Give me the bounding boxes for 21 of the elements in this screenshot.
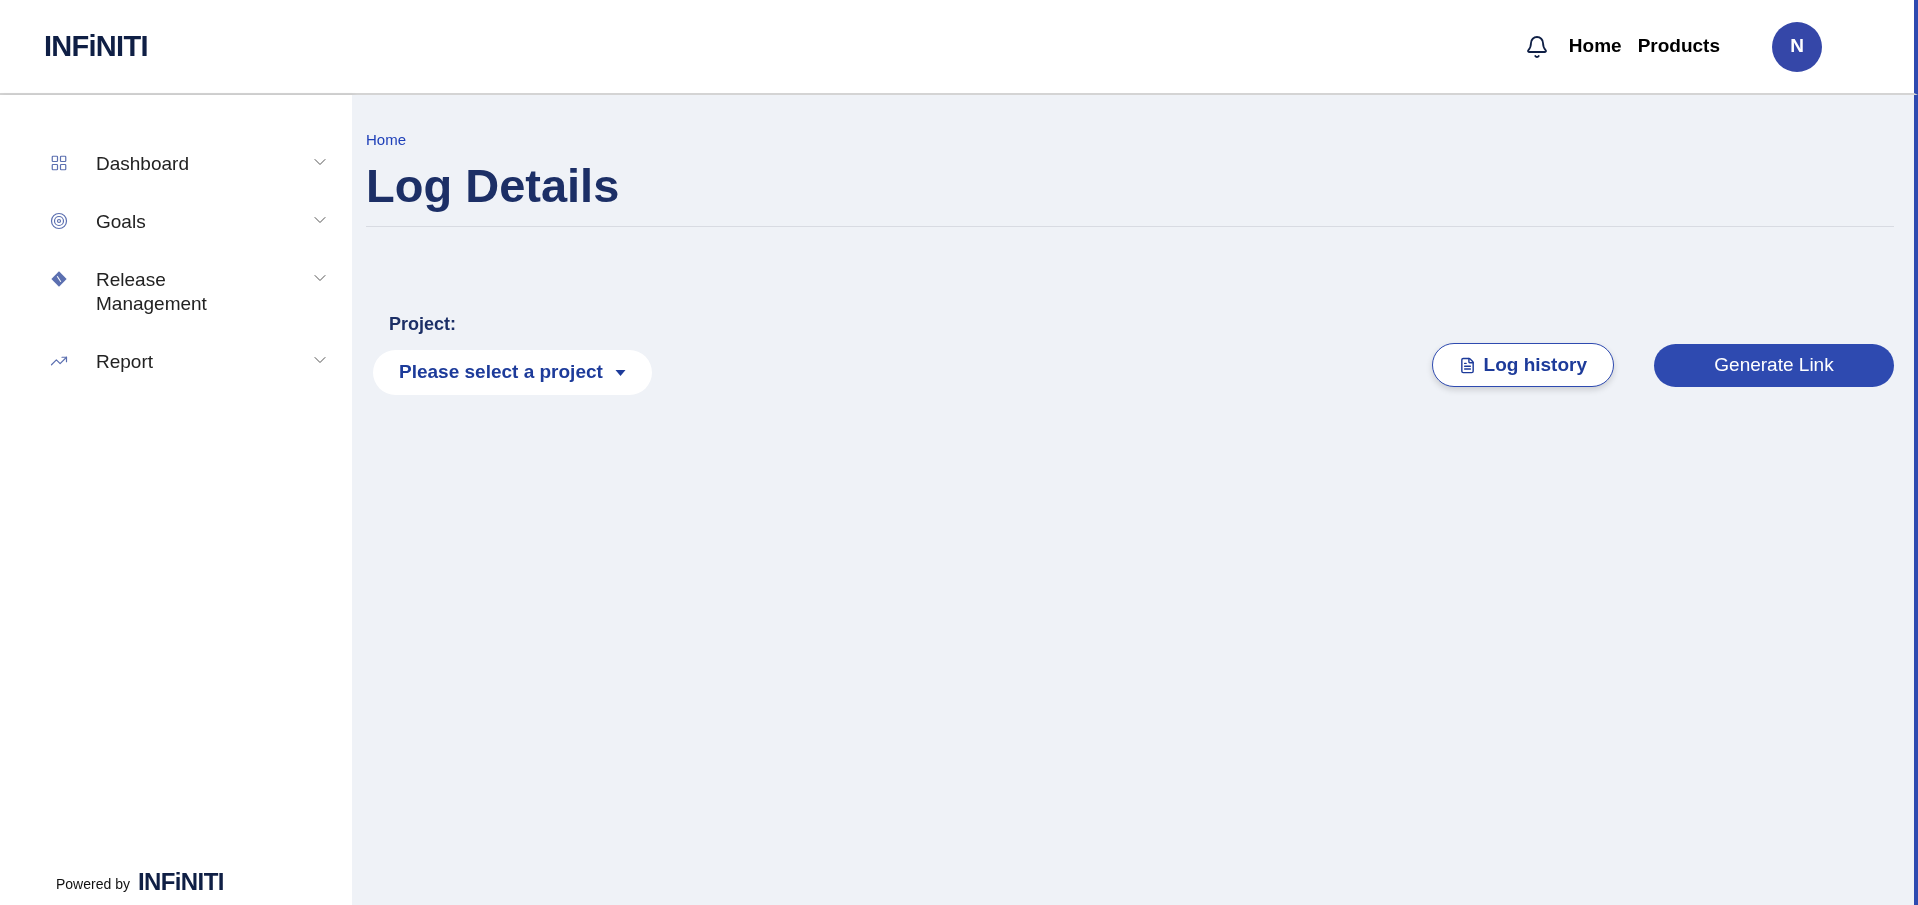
page-title: Log Details: [366, 158, 1894, 227]
breadcrumb-link[interactable]: Home: [366, 131, 406, 148]
sidebar-item[interactable]: Goals: [0, 193, 352, 251]
sidebar-item[interactable]: Dashboard: [0, 135, 352, 193]
sidebar-item[interactable]: Release Management: [0, 251, 352, 333]
generate-link-button[interactable]: Generate Link: [1654, 343, 1894, 387]
project-dropdown[interactable]: Please select a project: [373, 350, 652, 395]
grid-icon: [50, 154, 68, 172]
caret-icon: [614, 369, 626, 376]
avatar[interactable]: N: [1772, 21, 1822, 72]
sidebar-item[interactable]: Report: [0, 333, 352, 391]
bell-icon[interactable]: [1524, 34, 1549, 59]
powered-by-text: Powered by: [56, 875, 130, 894]
logo: INFiNITI: [137, 869, 224, 895]
nav-link[interactable]: Products: [1637, 32, 1720, 61]
document-icon: [1458, 356, 1476, 374]
log-history-button[interactable]: Log history: [1431, 343, 1614, 387]
logo: INFiNITI: [44, 28, 148, 64]
nav-link[interactable]: Home: [1568, 32, 1622, 61]
target-icon: [50, 212, 68, 230]
field-label: Project:: [389, 313, 458, 336]
